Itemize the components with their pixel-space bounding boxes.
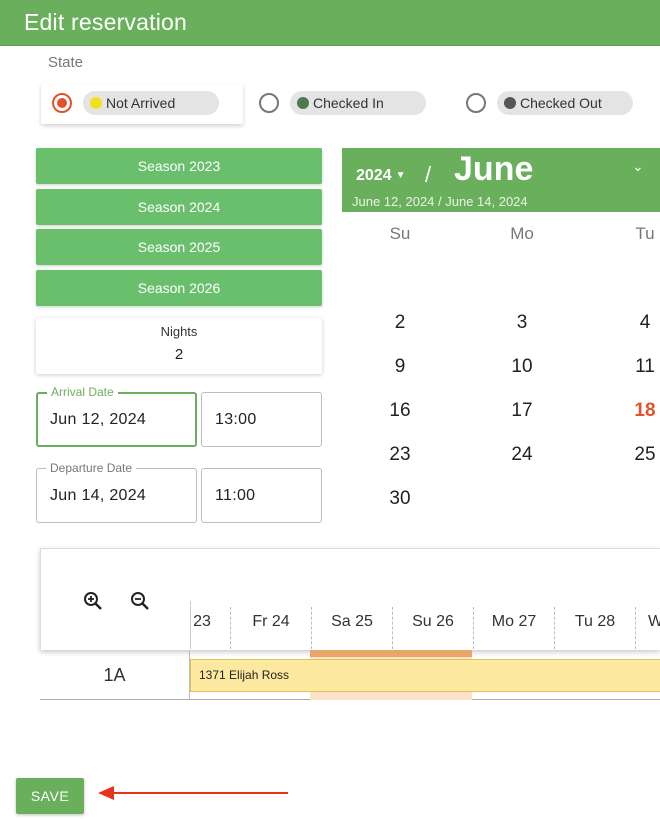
chevron-down-icon: ▼ xyxy=(395,170,406,181)
departure-date-value: Jun 14, 2024 xyxy=(50,487,147,504)
weekday-label: Su xyxy=(389,224,411,243)
calendar-day[interactable]: 9 xyxy=(380,356,420,378)
nights-label: Nights xyxy=(160,324,198,339)
zoom-out-icon[interactable] xyxy=(130,591,150,611)
season-2025-button[interactable]: Season 2025 xyxy=(36,229,322,265)
weekday-label: Mo xyxy=(510,224,534,243)
radio-checked-in[interactable] xyxy=(259,93,279,113)
calendar-day[interactable]: 10 xyxy=(502,356,542,378)
timeline-header: 23 Fr 24 Sa 25 Su 26 Mo 27 Tu 28 W xyxy=(40,548,660,650)
save-button[interactable]: SAVE xyxy=(16,778,84,814)
radio-checked-out[interactable] xyxy=(466,93,486,113)
calendar-header: 2024 ▼ / June ⌄ June 12, 2024 / June 14, … xyxy=(342,148,660,212)
zoom-in-icon[interactable] xyxy=(83,591,103,611)
chip-label: Checked Out xyxy=(520,95,602,111)
radio-not-arrived[interactable] xyxy=(52,93,72,113)
nights-card: Nights 2 xyxy=(36,318,322,374)
chip-label: Checked In xyxy=(313,95,384,111)
calendar-day[interactable]: 11 xyxy=(625,356,660,378)
season-2026-button[interactable]: Season 2026 xyxy=(36,270,322,306)
calendar-day[interactable]: 25 xyxy=(625,444,660,466)
timeline-date: W xyxy=(648,613,660,630)
calendar-separator: / xyxy=(425,162,432,187)
chip-checked-out[interactable]: Checked Out xyxy=(497,91,633,115)
month-chevron-down-icon[interactable]: ⌄ xyxy=(632,158,644,175)
arrival-date-field[interactable]: Arrival Date Jun 12, 2024 xyxy=(36,385,197,447)
calendar-day-today[interactable]: 18 xyxy=(625,400,660,422)
calendar-day[interactable]: 24 xyxy=(502,444,542,466)
not-arrived-dot-icon xyxy=(90,97,102,109)
calendar-day[interactable]: 4 xyxy=(625,312,660,334)
departure-date-label: Departure Date xyxy=(46,461,137,475)
nights-value: 2 xyxy=(174,346,184,363)
departure-time-field[interactable]: 11:00 xyxy=(201,468,322,523)
page-title: Edit reservation xyxy=(24,9,187,35)
state-label: State xyxy=(48,54,84,71)
calendar-day[interactable]: 30 xyxy=(380,488,420,510)
calendar-selected-range: June 12, 2024 / June 14, 2024 xyxy=(352,194,528,209)
timeline-date: 23 xyxy=(193,613,211,630)
chip-not-arrived[interactable]: Not Arrived xyxy=(83,91,219,115)
timeline-date: Sa 25 xyxy=(331,613,373,630)
calendar-day[interactable]: 23 xyxy=(380,444,420,466)
checked-in-dot-icon xyxy=(297,97,309,109)
calendar-year-select[interactable]: 2024 ▼ xyxy=(356,167,406,185)
departure-time-value: 11:00 xyxy=(215,487,256,504)
calendar-day[interactable]: 16 xyxy=(380,400,420,422)
chip-label: Not Arrived xyxy=(106,95,176,111)
checked-out-dot-icon xyxy=(504,97,516,109)
weekday-label: Tu xyxy=(635,224,655,243)
arrival-date-label: Arrival Date xyxy=(47,385,118,399)
header-bar: Edit reservation xyxy=(0,0,660,46)
season-2023-button[interactable]: Season 2023 xyxy=(36,148,322,184)
red-arrow-annotation xyxy=(98,786,288,800)
calendar-month[interactable]: June xyxy=(454,150,533,189)
weekend-marker xyxy=(310,650,472,657)
room-label: 1A xyxy=(40,650,190,700)
chip-checked-in[interactable]: Checked In xyxy=(290,91,426,115)
arrival-time-value: 13:00 xyxy=(215,411,257,428)
booking-bar[interactable]: 1371 Elijah Ross xyxy=(190,659,660,692)
timeline-date: Mo 27 xyxy=(491,613,537,630)
calendar-day[interactable]: 2 xyxy=(380,312,420,334)
arrival-time-field[interactable]: 13:00 xyxy=(201,392,322,447)
timeline-date: Tu 28 xyxy=(574,613,616,630)
calendar-day[interactable]: 3 xyxy=(502,312,542,334)
calendar-day[interactable]: 17 xyxy=(502,400,542,422)
calendar-year: 2024 xyxy=(356,167,392,184)
timeline-row: 1A 1371 Elijah Ross xyxy=(40,650,660,700)
timeline-date: Su 26 xyxy=(412,613,454,630)
timeline-date: Fr 24 xyxy=(252,613,290,630)
departure-date-field[interactable]: Departure Date Jun 14, 2024 xyxy=(36,461,197,523)
season-2024-button[interactable]: Season 2024 xyxy=(36,189,322,225)
timeline-gridline xyxy=(635,607,636,649)
arrival-date-value: Jun 12, 2024 xyxy=(50,411,147,428)
